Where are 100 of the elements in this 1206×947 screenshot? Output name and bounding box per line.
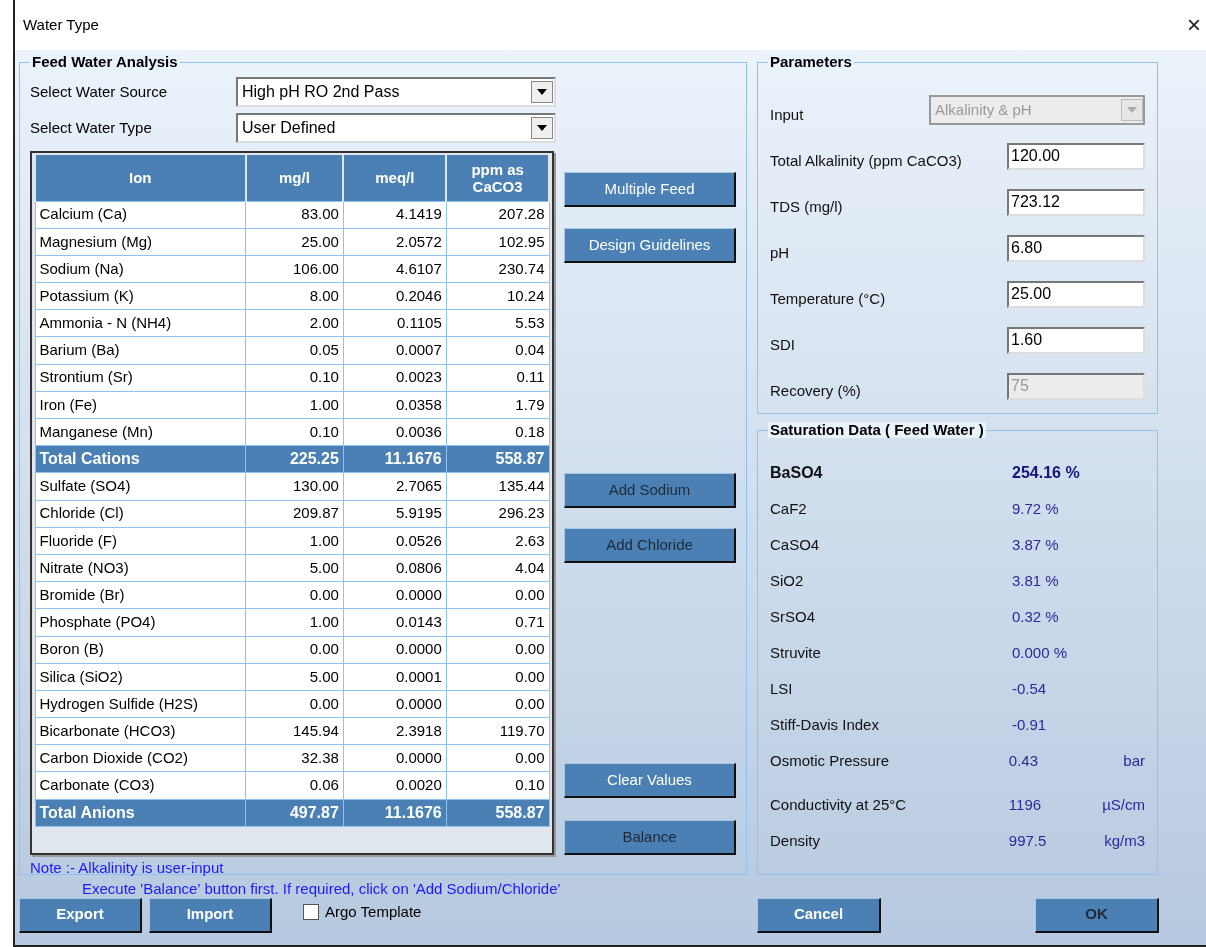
table-cell: 8.00 [245, 282, 344, 310]
button[interactable]: Import [149, 897, 272, 933]
table-cell: Carbon Dioxide (CO2) [35, 744, 246, 772]
value-text: 0.000 % [1012, 642, 1069, 663]
table-cell: 1.00 [245, 608, 344, 636]
input-field[interactable]: 120.00 [1007, 142, 1145, 170]
value-text: 997.5 [1008, 830, 1048, 851]
table-cell: Barium (Ba) [35, 336, 246, 365]
label-text: Conductivity at 25°C [770, 794, 908, 815]
unit-text: bar [1122, 750, 1145, 771]
table-cell: Carbonate (CO3) [35, 771, 246, 800]
label-text: Osmotic Pressure [770, 750, 891, 771]
value-text: -0.54 [1012, 678, 1048, 699]
input-field[interactable]: 1.60 [1007, 326, 1145, 354]
table-cell: 0.06 [245, 771, 344, 800]
label-text: Density [770, 830, 822, 851]
table-cell: 0.0000 [343, 690, 447, 718]
field-label: TDS (mg/l) [770, 196, 843, 217]
table-cell: 32.38 [245, 744, 344, 772]
value-text: -0.91 [1012, 714, 1048, 735]
table-cell: 4.04 [446, 554, 549, 582]
table-cell: 207.28 [446, 201, 549, 229]
label-text: CaF2 [770, 498, 808, 519]
table-cell: Total Cations [35, 445, 246, 473]
table-cell: 0.0007 [343, 336, 447, 365]
table-cell: Fluoride (F) [35, 527, 246, 555]
table-cell: 4.1419 [343, 201, 447, 229]
table-cell: 0.00 [245, 690, 344, 718]
label-text: Stiff-Davis Index [770, 714, 880, 735]
input-field[interactable]: 25.00 [1007, 280, 1145, 308]
column-header: ppm as CaCO3 [446, 155, 549, 201]
table-cell: 0.0000 [343, 744, 447, 772]
table-cell: 497.87 [245, 799, 344, 827]
table-cell: 0.10 [446, 771, 549, 800]
table-cell: 10.24 [446, 282, 549, 310]
value-text: 0.32 % [1012, 606, 1060, 627]
table-cell: 0.0020 [343, 771, 447, 800]
table-cell: 0.00 [446, 581, 549, 609]
table-cell: Strontium (Sr) [35, 364, 246, 392]
table-cell: 0.0806 [343, 554, 447, 582]
group-title: Parameters [768, 54, 854, 70]
value-text: 254.16 % [1012, 463, 1081, 483]
checkbox-label: Argo Template [325, 901, 422, 922]
table-cell: 558.87 [446, 445, 549, 473]
table-cell: 0.00 [245, 581, 344, 609]
table-cell: 5.53 [446, 309, 549, 337]
table-cell: 0.00 [245, 636, 344, 664]
dropdown[interactable]: High pH RO 2nd Pass [236, 77, 556, 107]
table-cell: Hydrogen Sulfide (H2S) [35, 690, 246, 718]
table-cell: 0.10 [245, 418, 344, 446]
table-cell: 145.94 [245, 717, 344, 745]
table-cell: 0.00 [446, 744, 549, 772]
table-cell: 0.00 [446, 663, 549, 691]
field-label: Input [770, 104, 804, 125]
table-cell: 558.87 [446, 799, 549, 827]
dropdown[interactable]: User Defined [236, 113, 556, 143]
table-cell: 102.95 [446, 228, 549, 256]
field-label: SDI [770, 334, 795, 355]
table-cell: 5.00 [245, 554, 344, 582]
table-cell: 0.00 [446, 690, 549, 718]
column-header: Ion [35, 155, 246, 201]
table-cell: 0.0001 [343, 663, 447, 691]
table-cell: Sulfate (SO4) [35, 472, 246, 501]
table-cell: 2.00 [245, 309, 344, 337]
table-cell: 2.63 [446, 527, 549, 555]
table-cell: 0.0143 [343, 608, 447, 636]
button[interactable]: Clear Values [564, 763, 736, 798]
note-text: Note :- Alkalinity is user-input [30, 858, 225, 878]
column-header: mg/l [245, 155, 344, 201]
table-cell: Bicarbonate (HCO3) [35, 717, 246, 745]
value-text: 3.87 % [1012, 534, 1060, 555]
table-cell: 0.0023 [343, 364, 447, 392]
unit-text: µS/cm [1101, 794, 1145, 815]
column-header: meq/l [343, 155, 447, 201]
input-field[interactable]: 723.12 [1007, 188, 1145, 216]
table-cell: 296.23 [446, 500, 549, 528]
table-cell: 2.7065 [343, 472, 447, 501]
table-cell: 2.3918 [343, 717, 447, 745]
button[interactable]: Export [19, 897, 142, 933]
value-text: 1196 [1008, 794, 1043, 815]
table-cell: 0.1105 [343, 309, 447, 337]
table-cell: 0.0000 [343, 636, 447, 664]
value-text: 9.72 % [1012, 498, 1060, 519]
button[interactable]: Design Guidelines [564, 228, 736, 263]
close-button[interactable]: × [1179, 13, 1206, 37]
button[interactable]: Cancel [757, 897, 881, 933]
table-cell: 119.70 [446, 717, 549, 745]
table-cell: 1.79 [446, 391, 549, 419]
input-field[interactable]: 6.80 [1007, 234, 1145, 262]
table-cell: Potassium (K) [35, 282, 246, 310]
table-cell: 1.00 [245, 527, 344, 555]
table-cell: 2.0572 [343, 228, 447, 256]
field-label: Temperature (°C) [770, 288, 886, 309]
table-cell: 5.9195 [343, 500, 447, 528]
table-cell: 11.1676 [343, 445, 447, 473]
table-cell: 230.74 [446, 255, 549, 283]
table-cell: 0.11 [446, 364, 549, 392]
checkbox[interactable] [303, 904, 319, 920]
table-cell: Phosphate (PO4) [35, 608, 246, 636]
button[interactable]: Multiple Feed [564, 172, 736, 207]
